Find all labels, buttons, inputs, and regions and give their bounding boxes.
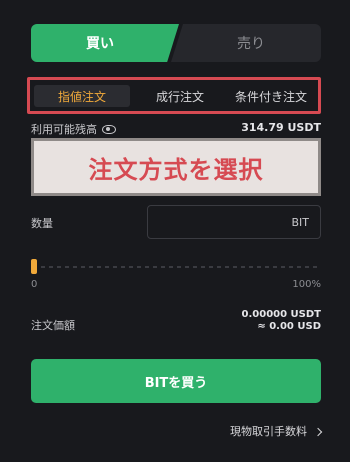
available-balance-value: 314.79 USDT: [241, 121, 321, 134]
buy-sell-toggle: 買い 売り: [31, 24, 321, 62]
eye-icon[interactable]: [102, 124, 116, 134]
tab-limit-order[interactable]: 指値注文: [34, 85, 130, 107]
order-price-label: 注文価額: [31, 319, 75, 332]
amount-slider-track[interactable]: [33, 266, 321, 268]
order-type-tabs: 指値注文 成行注文 条件付き注文: [27, 77, 321, 114]
tab-market-order[interactable]: 成行注文: [136, 85, 224, 107]
quantity-label: 数量: [31, 217, 53, 230]
buy-bit-button[interactable]: BITを買う: [31, 359, 321, 403]
buy-tab[interactable]: 買い: [31, 24, 179, 62]
slider-min-label: 0: [31, 279, 38, 290]
quantity-unit: BIT: [291, 215, 309, 229]
tab-conditional-order[interactable]: 条件付き注文: [226, 85, 316, 107]
quantity-input[interactable]: BIT: [147, 205, 321, 239]
order-price-usd: ≈ 0.00 USD: [257, 321, 321, 332]
sell-tab[interactable]: 売り: [171, 24, 321, 62]
slider-max-label: 100%: [292, 279, 321, 290]
available-balance-label: 利用可能残高: [31, 123, 97, 136]
chevron-right-icon: [313, 427, 323, 436]
spot-fee-label: 現物取引手数料: [230, 425, 307, 438]
available-balance: 利用可能残高: [31, 121, 116, 137]
order-price-usdt: 0.00000 USDT: [241, 309, 321, 320]
annotation-box: 注文方式を選択: [31, 138, 321, 196]
spot-fee-link[interactable]: 現物取引手数料: [230, 423, 323, 439]
amount-slider-thumb[interactable]: [31, 259, 37, 274]
